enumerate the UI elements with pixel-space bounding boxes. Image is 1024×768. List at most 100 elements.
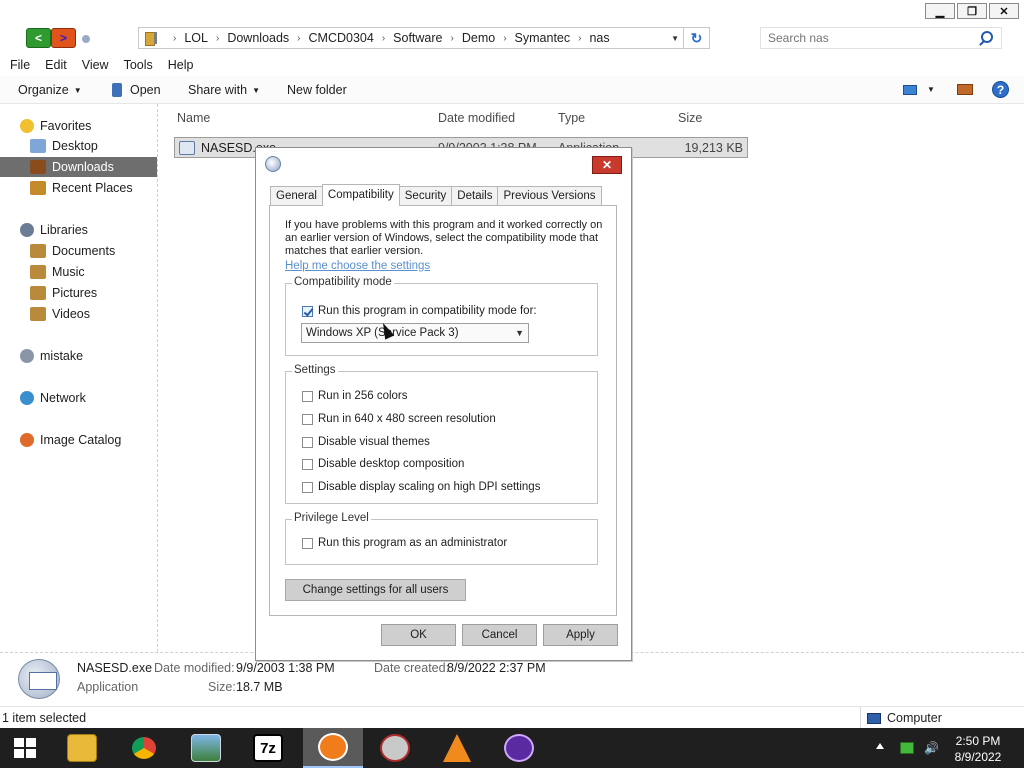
setting-disable-visual-themes-checkbox[interactable]: [302, 436, 313, 448]
taskbar-image-viewer[interactable]: [176, 728, 236, 768]
setting-640x480-row[interactable]: Run in 640 x 480 screen resolution: [302, 413, 496, 425]
breadcrumb-item[interactable]: nas: [589, 31, 609, 45]
run-as-admin-row[interactable]: Run this program as an administrator: [302, 537, 507, 549]
tab-details[interactable]: Details: [451, 186, 499, 206]
setting-disable-desktop-composition-checkbox[interactable]: [302, 458, 313, 470]
breadcrumb-item[interactable]: LOL: [184, 31, 208, 45]
nav-pictures[interactable]: Pictures: [0, 283, 157, 303]
share-with-button[interactable]: Share with ▼: [188, 83, 260, 97]
taskbar-media-player[interactable]: [489, 728, 549, 768]
nav-network-label: Network: [40, 391, 86, 405]
menu-help[interactable]: Help: [168, 58, 194, 72]
network-status-icon[interactable]: [900, 742, 914, 754]
compatibility-os-select[interactable]: Windows XP (Service Pack 3) ▼: [301, 323, 529, 343]
address-bar[interactable]: › LOL › Downloads › CMCD0304 › Software …: [138, 27, 710, 49]
breadcrumb-item[interactable]: Symantec: [515, 31, 571, 45]
setting-disable-desktop-composition-row[interactable]: Disable desktop composition: [302, 458, 464, 470]
close-button[interactable]: ✕: [989, 3, 1019, 19]
preview-pane-icon[interactable]: [957, 84, 973, 95]
help-icon[interactable]: ?: [992, 81, 1009, 98]
compatibility-mode-checkbox-row[interactable]: Run this program in compatibility mode f…: [302, 305, 537, 317]
dialog-close-button[interactable]: ✕: [592, 156, 622, 174]
column-header-size[interactable]: Size: [678, 104, 702, 132]
breadcrumb-item[interactable]: Demo: [462, 31, 495, 45]
view-options-dropdown-icon[interactable]: ▼: [927, 85, 935, 94]
computer-icon: [867, 712, 881, 724]
tab-compatibility[interactable]: Compatibility: [321, 184, 400, 206]
menu-edit[interactable]: Edit: [45, 58, 67, 72]
menu-view[interactable]: View: [82, 58, 109, 72]
open-button[interactable]: Open: [112, 83, 161, 97]
back-button[interactable]: <: [26, 28, 51, 48]
column-header-date-modified[interactable]: Date modified: [438, 104, 515, 132]
nav-music-label: Music: [52, 265, 85, 279]
videos-icon: [30, 307, 46, 321]
nav-documents-label: Documents: [52, 244, 116, 258]
breadcrumb-item[interactable]: CMCD0304: [309, 31, 374, 45]
nav-mistake[interactable]: mistake: [0, 346, 157, 366]
taskbar-file-explorer[interactable]: [52, 728, 112, 768]
breadcrumb-item[interactable]: Downloads: [227, 31, 289, 45]
minimize-button[interactable]: ▁: [925, 3, 955, 19]
clock-date: 8/9/2022: [954, 750, 1002, 764]
clock[interactable]: 2:50 PM 8/9/2022: [946, 733, 1010, 765]
nav-music[interactable]: Music: [0, 262, 157, 282]
setting-256-colors-row[interactable]: Run in 256 colors: [302, 390, 408, 402]
help-me-choose-link[interactable]: Help me choose the settings: [285, 260, 430, 272]
taskbar-vlc[interactable]: [427, 728, 487, 768]
nav-image-catalog[interactable]: Image Catalog: [0, 430, 157, 450]
start-button[interactable]: [14, 738, 36, 758]
ok-button[interactable]: OK: [381, 624, 456, 646]
address-dropdown-icon[interactable]: ▼: [671, 34, 679, 43]
details-date-created: 8/9/2022 2:37 PM: [447, 661, 546, 675]
search-icon[interactable]: [981, 31, 993, 43]
status-location-label: Computer: [887, 711, 942, 725]
organize-button[interactable]: Organize ▼: [18, 83, 82, 97]
nav-documents[interactable]: Documents: [0, 241, 157, 261]
nav-recent-places[interactable]: Recent Places: [0, 178, 157, 198]
compatibility-mode-checkbox-label: Run this program in compatibility mode f…: [318, 305, 537, 317]
menu-file[interactable]: File: [10, 58, 30, 72]
apply-button[interactable]: Apply: [543, 624, 618, 646]
search-box[interactable]: [760, 27, 1002, 49]
breadcrumb-separator: ›: [503, 32, 507, 44]
tab-previous-versions[interactable]: Previous Versions: [497, 186, 602, 206]
recent-pages-button[interactable]: [82, 35, 90, 43]
taskbar-7-zip[interactable]: 7z: [238, 728, 298, 768]
setting-640x480-checkbox[interactable]: [302, 413, 313, 425]
new-folder-button[interactable]: New folder: [287, 83, 347, 97]
change-settings-all-users-button[interactable]: Change settings for all users: [285, 579, 466, 601]
show-hidden-icons-icon[interactable]: [876, 743, 884, 749]
setting-disable-visual-themes-row[interactable]: Disable visual themes: [302, 436, 430, 448]
compatibility-intro-text: If you have problems with this program a…: [285, 219, 603, 257]
folder-icon: [143, 30, 161, 46]
breadcrumb-item[interactable]: Software: [393, 31, 442, 45]
compatibility-mode-checkbox[interactable]: [302, 305, 313, 317]
run-as-admin-checkbox[interactable]: [302, 537, 313, 549]
change-view-icon[interactable]: [903, 85, 917, 95]
taskbar-chrome[interactable]: [114, 728, 174, 768]
nav-network[interactable]: Network: [0, 388, 157, 408]
setting-disable-dpi-scaling-checkbox[interactable]: [302, 481, 313, 493]
taskbar-power-app[interactable]: [303, 728, 363, 768]
nav-videos[interactable]: Videos: [0, 304, 157, 324]
refresh-icon[interactable]: ↻: [683, 28, 709, 48]
tab-general[interactable]: General: [270, 186, 323, 206]
nav-downloads[interactable]: Downloads: [0, 157, 157, 177]
maximize-button[interactable]: ❐: [957, 3, 987, 19]
forward-button[interactable]: >: [51, 28, 76, 48]
volume-icon[interactable]: 🔊: [924, 741, 939, 755]
dialog-tabs: General Compatibility Security Details P…: [270, 184, 602, 206]
column-header-type[interactable]: Type: [558, 104, 585, 132]
cancel-button[interactable]: Cancel: [462, 624, 537, 646]
nav-favorites[interactable]: Favorites: [0, 116, 157, 136]
tab-security[interactable]: Security: [398, 186, 453, 206]
menu-tools[interactable]: Tools: [124, 58, 153, 72]
taskbar-media-tool[interactable]: [365, 728, 425, 768]
setting-disable-dpi-scaling-row[interactable]: Disable display scaling on high DPI sett…: [302, 481, 540, 493]
setting-256-colors-checkbox[interactable]: [302, 390, 313, 402]
column-header-name[interactable]: Name: [177, 104, 210, 132]
nav-desktop[interactable]: Desktop: [0, 136, 157, 156]
nav-libraries[interactable]: Libraries: [0, 220, 157, 240]
search-input[interactable]: [768, 29, 968, 47]
